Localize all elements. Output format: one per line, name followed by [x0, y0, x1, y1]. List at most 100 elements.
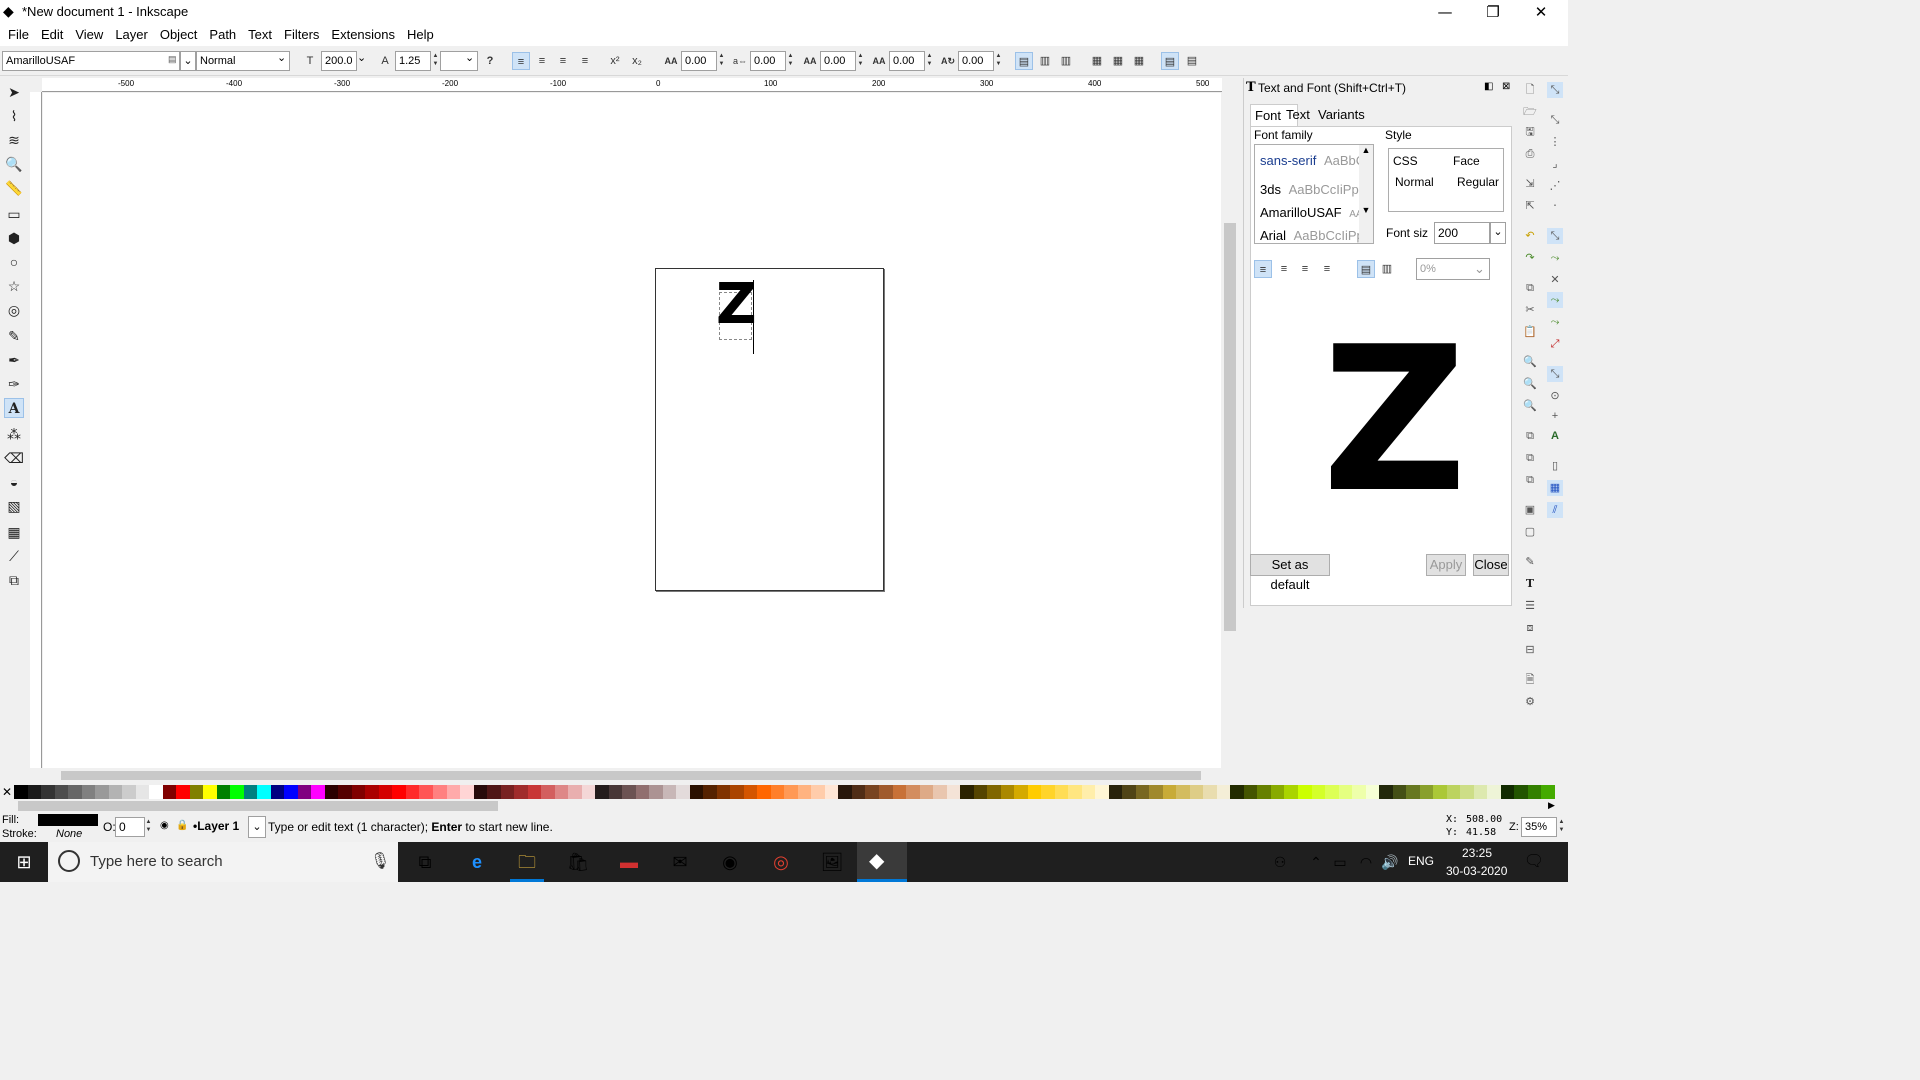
color-swatch[interactable] [230, 785, 244, 799]
unlink-clone-icon[interactable]: ⧉ [1522, 472, 1538, 488]
color-swatch[interactable] [797, 785, 812, 799]
vertical-rl-text-button[interactable]: ▥ [1036, 52, 1054, 70]
word-spacing-spinner[interactable]: ▲ ▼ [786, 52, 795, 70]
color-swatch[interactable] [1311, 785, 1326, 799]
color-swatch[interactable] [581, 785, 596, 799]
color-swatch[interactable] [1500, 785, 1515, 799]
align-left-button[interactable]: ≡ [512, 52, 530, 70]
group-icon[interactable]: ▣ [1522, 502, 1538, 518]
menu-edit[interactable]: Edit [35, 27, 69, 42]
mesh-tool-icon[interactable]: ▦ [4, 522, 24, 542]
color-swatch[interactable] [1487, 785, 1501, 799]
palette-scrollbar[interactable] [18, 801, 498, 811]
superscript-button[interactable]: x² [606, 52, 624, 70]
color-swatch[interactable] [770, 785, 785, 799]
color-swatch[interactable] [378, 785, 393, 799]
chevron-down-icon[interactable]: ⌄ [1490, 222, 1506, 244]
battery-icon[interactable]: ▭ [1326, 848, 1354, 876]
menu-text[interactable]: Text [242, 27, 278, 42]
color-swatch[interactable] [270, 785, 285, 799]
color-swatch[interactable] [1068, 785, 1082, 799]
color-swatch[interactable] [1243, 785, 1258, 799]
color-swatch[interactable] [622, 785, 636, 799]
palette-scroll-right[interactable]: ▶ [1548, 800, 1562, 812]
snap-intersections-icon[interactable]: ✕ [1547, 272, 1563, 288]
spiral-tool-icon[interactable]: ◎ [4, 300, 24, 320]
color-swatch[interactable] [1284, 785, 1298, 799]
paste-icon[interactable]: 📋 [1522, 324, 1538, 340]
snap-nodes-icon[interactable]: ⤡ [1547, 228, 1563, 244]
direction-ltr-button[interactable]: ▤ [1161, 52, 1179, 70]
color-swatch[interactable] [865, 785, 879, 799]
snap-smooth-nodes-icon[interactable]: ⤳ [1547, 314, 1563, 330]
new-document-icon[interactable]: 🗋 [1522, 82, 1538, 98]
undo-icon[interactable]: ↶ [1522, 228, 1538, 244]
menu-filters[interactable]: Filters [278, 27, 325, 42]
vertical-shift-input[interactable]: 0.00 [889, 51, 925, 71]
open-icon[interactable]: 🗁 [1522, 104, 1538, 120]
color-swatch[interactable] [500, 785, 515, 799]
color-swatch[interactable] [122, 785, 136, 799]
selector-tool-icon[interactable]: ➤ [4, 82, 24, 102]
save-icon[interactable]: 🖫 [1522, 124, 1538, 140]
color-swatch[interactable] [338, 785, 352, 799]
language-indicator[interactable]: ENG [1408, 854, 1434, 868]
color-swatch[interactable] [1216, 785, 1231, 799]
style-list[interactable]: CSS Face Normal Regular [1388, 148, 1504, 212]
color-swatch[interactable] [1108, 785, 1123, 799]
color-swatch[interactable] [716, 785, 731, 799]
color-swatch[interactable] [1514, 785, 1528, 799]
color-swatch[interactable] [1297, 785, 1312, 799]
font-list-item[interactable]: AmarilloUSAF AA [1260, 205, 1363, 220]
photos-icon[interactable]: 🖼 [818, 848, 846, 876]
color-swatch[interactable] [1406, 785, 1420, 799]
color-swatch[interactable] [176, 785, 190, 799]
panel-align-left-button[interactable]: ≡ [1254, 260, 1272, 278]
snap-page-border-icon[interactable]: ▯ [1547, 458, 1563, 474]
panel-align-center-button[interactable]: ≡ [1275, 260, 1293, 278]
color-swatch[interactable] [311, 785, 325, 799]
chevron-down-icon[interactable]: ⌄ [277, 51, 286, 64]
vertical-scroll-thumb[interactable] [1224, 223, 1236, 631]
color-swatch[interactable] [1325, 785, 1339, 799]
color-swatch[interactable] [879, 785, 893, 799]
color-swatch[interactable] [960, 785, 974, 799]
print-icon[interactable]: ⎙ [1522, 146, 1538, 162]
align-center-button[interactable]: ≡ [533, 52, 551, 70]
pencil-tool-icon[interactable]: ✎ [4, 326, 24, 346]
direction-rtl-button[interactable]: ▤ [1183, 52, 1201, 70]
app-red-icon[interactable]: ▬ [615, 848, 643, 876]
font-list-item[interactable]: sans-serif AaBbCc [1260, 153, 1372, 168]
color-swatch[interactable] [730, 785, 744, 799]
color-swatch[interactable] [216, 785, 231, 799]
color-swatch[interactable] [54, 785, 69, 799]
snap-bbox-midpoint-icon[interactable]: ⋰ [1547, 178, 1563, 194]
color-swatch[interactable] [541, 785, 555, 799]
snap-rotation-centers-icon[interactable]: + [1547, 408, 1563, 424]
duplicate-icon[interactable]: ⧉ [1522, 428, 1538, 444]
no-paint-swatch[interactable]: ✕ [0, 785, 14, 799]
panel-font-size-input[interactable]: 200 [1434, 222, 1490, 244]
letter-spacing-input[interactable]: 0.00 [681, 51, 717, 71]
color-swatch[interactable] [987, 785, 1001, 799]
color-swatch[interactable] [595, 785, 609, 799]
color-swatch[interactable] [703, 785, 717, 799]
volume-icon[interactable]: 🔊 [1376, 848, 1404, 876]
snap-grids-icon[interactable]: ▦ [1547, 480, 1563, 496]
paint-bucket-tool-icon[interactable]: ◒ [4, 472, 24, 492]
color-swatch[interactable] [527, 785, 542, 799]
color-swatch[interactable] [14, 785, 28, 799]
opacity-input[interactable]: 0 [115, 817, 145, 837]
chevron-down-icon[interactable]: ⌄ [1474, 261, 1485, 277]
menu-help[interactable]: Help [401, 27, 440, 42]
lock-icon[interactable]: 🔒 [176, 820, 188, 831]
eye-icon[interactable]: ◉ [160, 820, 169, 831]
color-swatch[interactable] [149, 785, 163, 799]
dropper-tool-icon[interactable]: ⟋ [4, 546, 24, 566]
color-swatch[interactable] [1270, 785, 1285, 799]
maximize-button[interactable]: ❐ [1470, 0, 1516, 24]
color-swatch[interactable] [635, 785, 650, 799]
xml-editor-icon[interactable]: ⧈ [1522, 620, 1538, 636]
color-swatch[interactable] [906, 785, 920, 799]
letter-spacing-spinner[interactable]: ▲ ▼ [717, 52, 726, 70]
